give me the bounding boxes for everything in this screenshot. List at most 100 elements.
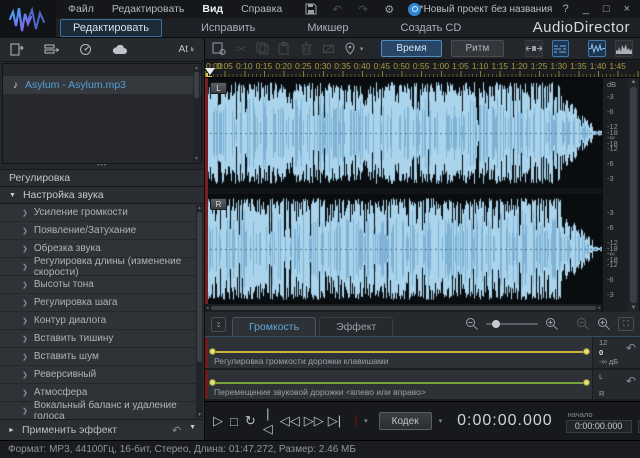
sort-button[interactable]: At↕▾ [179,44,194,55]
menubar: ФайлРедактироватьВидСправка ↶ ↷ ⚙ *Новый… [56,0,640,18]
menu-item[interactable]: Вид [202,3,223,15]
paste-icon[interactable] [278,41,291,57]
zoom-slider[interactable] [486,323,538,325]
cloud-download-icon[interactable] [112,44,128,55]
tab-Редактировать[interactable]: Редактировать [60,19,162,37]
adjustment-item[interactable]: ❯Вставить шум [0,348,204,366]
adjustment-item[interactable]: ❯Контур диалога [0,312,204,330]
tab-Микшер[interactable]: Микшер [294,19,361,37]
tab-Создать CD[interactable]: Создать CD [388,19,475,37]
go-to-end-button[interactable]: ▷| [328,413,341,429]
spectral-view-icon[interactable] [615,40,633,57]
import-media-icon[interactable] [10,43,24,56]
cut-icon[interactable]: ✂ [235,41,247,57]
adjustment-scrollbar[interactable]: ▲▼ [196,205,203,418]
menu-item[interactable]: Файл [68,3,94,15]
waveform-view-icon[interactable] [588,40,606,57]
mode-tabbar: РедактироватьИсправитьМикшерСоздать CD A… [56,18,640,38]
fast-forward-button[interactable]: ▷▷ [304,413,321,429]
adjustment-item[interactable]: ❯Усиление громкости [0,204,204,222]
list-item-audio-file[interactable]: ♪ Asylum - Asylum.mp3 [3,76,201,94]
status-bar: Формат: MP3, 44100Гц, 16-бит, Стерео, Дл… [0,440,640,458]
chevron-right-icon: ❯ [22,263,28,271]
tab-Эффект[interactable]: Эффект [319,317,393,336]
group-audio-setup[interactable]: ▼ Настройка звука [0,186,204,204]
library-scrollbar[interactable]: ▲▼ [193,65,200,162]
keyframe-dot[interactable] [583,379,590,386]
waveform-channel-left[interactable]: L [205,78,602,188]
stretch-waveform-icon[interactable] [525,40,543,57]
tab-Исправить[interactable]: Исправить [188,19,268,37]
adjust-clip-icon[interactable] [212,41,226,57]
chevron-down-icon[interactable]: ▼ [189,424,196,437]
redo-icon[interactable]: ↷ [356,2,370,16]
trim-icon[interactable] [322,41,335,57]
menu-item[interactable]: Редактировать [112,3,185,15]
menu-item[interactable]: Справка [241,3,282,15]
adjustment-header: Регулировка [0,169,204,186]
waveform-vscrollbar[interactable]: ▲▼ [628,78,639,312]
adjustment-item[interactable]: ❯Регулировка длины (изменение скорости) [0,258,204,276]
waveform-channel-right[interactable]: R [205,194,602,304]
zoom-in-v-icon[interactable] [597,317,611,331]
zoom-out-h-icon[interactable] [465,317,479,331]
keyframe-dot[interactable] [209,348,216,355]
close-icon[interactable]: × [624,3,630,15]
codec-button[interactable]: Кодек [379,412,432,430]
play-button[interactable]: ▷ [213,413,223,429]
waveform-hscrollbar[interactable]: ◂▸ [205,304,602,312]
file-name: Asylum - Asylum.mp3 [25,79,126,91]
adjustment-item[interactable]: ❯Высоты тона [0,276,204,294]
adjustment-item[interactable]: ❯Реверсивный [0,366,204,384]
codec-dropdown-icon[interactable]: ▾ [439,417,443,425]
zoom-out-v-icon[interactable] [576,317,590,331]
menu-list: Файл Редактировать Вид Справка [56,3,282,15]
adjustment-item[interactable]: ❯Вокальный баланс и удаление голоса [0,402,204,419]
db-label: -12 [607,260,618,269]
keyframe-dot[interactable] [209,379,216,386]
record-audio-icon[interactable] [79,43,92,56]
channel-left-badge[interactable]: L [210,82,227,94]
pan-keyframe-row[interactable]: Перемещение звуковой дорожки <влево или … [205,370,640,401]
delete-icon[interactable] [300,41,312,57]
channel-right-badge[interactable]: R [210,198,227,210]
collapse-panel-icon[interactable]: ⌄⌄ [211,317,226,332]
go-to-start-button[interactable]: |◁ [263,406,273,437]
save-icon[interactable] [304,2,318,16]
adjustment-item[interactable]: ❯Вставить тишину [0,330,204,348]
maximize-icon[interactable]: □ [603,3,610,15]
timeline-ruler[interactable]: 0:000:050:100:150:200:250:300:350:400:45… [205,60,640,78]
playhead-marker-icon[interactable] [205,68,215,75]
loop-button[interactable]: ↻ [245,413,256,429]
reset-volume-icon[interactable]: ↶ [626,341,636,355]
stop-button[interactable]: □ [230,414,238,429]
undo-icon[interactable]: ↶ [330,2,344,16]
rewind-button[interactable]: ◁◁ [280,413,297,429]
volume-keyframe-row[interactable]: Регулировка громкости дорожки клавишами … [205,337,640,370]
field-value[interactable]: 0:00:00.000 [566,420,632,433]
adjustment-item[interactable]: ❯Регулировка шага [0,294,204,312]
adjustment-item[interactable]: ❯Появление/Затухание [0,222,204,240]
db-label: -6 [607,107,614,116]
fit-project-icon[interactable]: ⛶ [618,317,634,331]
zoom-in-h-icon[interactable] [545,317,559,331]
tab-Громкость[interactable]: Громкость [232,317,316,336]
marker-dropdown-icon[interactable]: ▾ [360,45,364,53]
apply-effect-section[interactable]: ► Применить эффект ↶ ▼ [0,419,204,440]
batch-import-icon[interactable] [44,44,59,56]
editor-toolbar: ✂ ▾ Время Ритм [205,38,640,60]
marker-pin-icon[interactable] [344,41,356,57]
beat-mode-button[interactable]: Ритм [451,40,505,57]
reset-pan-icon[interactable]: ↶ [626,374,636,388]
record-dropdown-icon[interactable]: ▾ [364,417,368,425]
ruler-label: 0:55 [413,61,430,71]
reset-icon[interactable]: ↶ [172,424,181,437]
range-field-начало: начало0:00:00.000 [566,410,632,433]
audiodirector-window: ФайлРедактироватьВидСправка ↶ ↷ ⚙ *Новый… [0,0,640,458]
record-button[interactable] [355,415,357,427]
keyframe-dot[interactable] [583,348,590,355]
copy-icon[interactable] [256,41,269,57]
time-mode-button[interactable]: Время [381,40,441,57]
mix-panel-toggle-icon[interactable] [552,40,568,57]
field-label: начало [566,410,632,419]
